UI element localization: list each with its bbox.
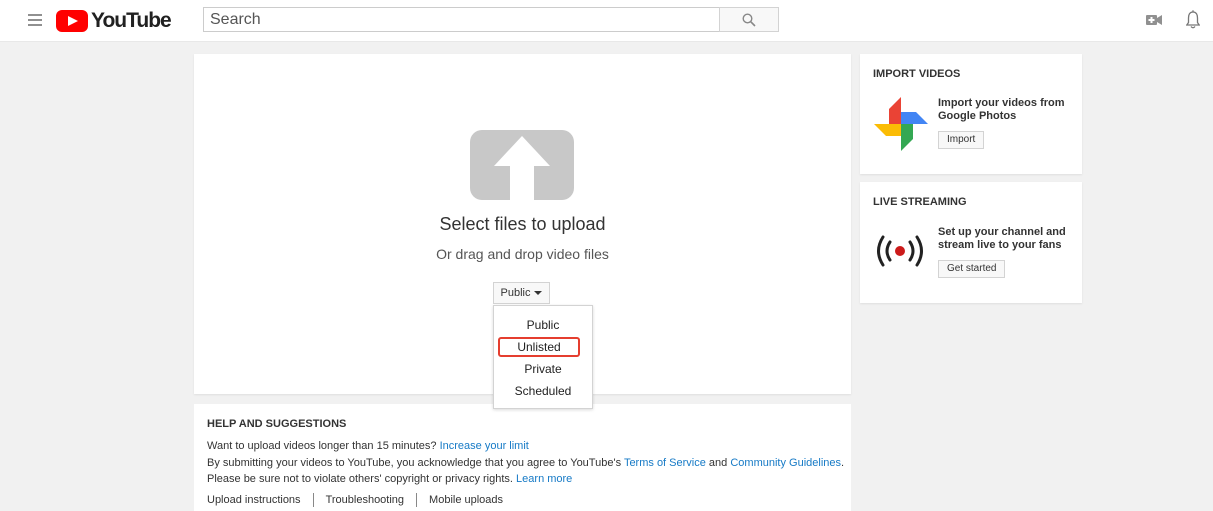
caret-down-icon [534, 291, 543, 296]
import-videos-title: IMPORT VIDEOS [873, 68, 961, 80]
youtube-logo[interactable]: YouTube [56, 9, 172, 33]
help-line-2-end: . [841, 457, 845, 469]
hamburger-menu-icon[interactable] [28, 14, 42, 26]
help-title: HELP AND SUGGESTIONS [207, 418, 347, 430]
troubleshooting-link[interactable]: Troubleshooting [326, 494, 404, 506]
privacy-option-private[interactable]: Private [494, 359, 592, 379]
privacy-option-scheduled[interactable]: Scheduled [494, 381, 592, 401]
search-button[interactable] [719, 7, 779, 32]
privacy-selected-label: Public [500, 287, 531, 299]
upload-title: Select files to upload [439, 214, 606, 234]
live-broadcast-icon [877, 235, 923, 267]
upload-instructions-link[interactable]: Upload instructions [207, 494, 301, 506]
import-button[interactable]: Import [938, 131, 985, 149]
help-panel: HELP AND SUGGESTIONS Want to upload vide… [194, 404, 851, 511]
get-started-button[interactable]: Get started [938, 260, 1006, 278]
import-videos-text: Import your videos from Google Photos [938, 97, 1065, 122]
help-line-2-and: and [708, 457, 728, 469]
help-line-3-text: Please be sure not to violate others' co… [207, 473, 513, 485]
help-line-1-text: Want to upload videos longer than 15 min… [207, 440, 437, 452]
help-line-1: Want to upload videos longer than 15 min… [207, 440, 529, 452]
upload-subtitle: Or drag and drop video files [436, 246, 609, 262]
help-line-2: By submitting your videos to YouTube, yo… [207, 457, 844, 469]
divider [312, 493, 314, 507]
bell-icon[interactable] [1186, 10, 1200, 30]
help-line-3: Please be sure not to violate others' co… [207, 473, 572, 485]
top-bar: YouTube Search [0, 0, 1213, 42]
video-camera-icon[interactable] [1146, 14, 1162, 26]
learn-more-link[interactable]: Learn more [516, 473, 572, 485]
help-line-2-text: By submitting your videos to YouTube, yo… [207, 457, 622, 469]
mobile-uploads-link[interactable]: Mobile uploads [429, 494, 503, 506]
logo-text: YouTube [91, 9, 172, 32]
youtube-play-icon [56, 10, 88, 32]
search-input[interactable]: Search [203, 7, 720, 32]
help-links-row: Upload instructions Troubleshooting Mobile… [207, 493, 503, 507]
increase-limit-link[interactable]: Increase your limit [440, 440, 529, 452]
divider [416, 493, 418, 507]
google-photos-pinwheel-icon [874, 97, 928, 151]
upload-arrow-icon[interactable] [470, 130, 574, 200]
privacy-option-unlisted[interactable]: Unlisted [498, 337, 580, 357]
privacy-dropdown-menu: Public Unlisted Private Scheduled [493, 305, 593, 409]
privacy-dropdown-button[interactable]: Public [493, 282, 550, 304]
privacy-option-public[interactable]: Public [494, 315, 592, 335]
terms-of-service-link[interactable]: Terms of Service [624, 457, 706, 469]
search-icon [742, 13, 756, 27]
live-streaming-text: Set up your channel and stream live to y… [938, 226, 1066, 251]
live-streaming-title: LIVE STREAMING [873, 196, 967, 208]
import-videos-panel: IMPORT VIDEOS Import your videos from Go… [860, 54, 1082, 174]
community-guidelines-link[interactable]: Community Guidelines [730, 457, 841, 469]
live-streaming-panel: LIVE STREAMING Set up your channel and s… [860, 182, 1082, 303]
